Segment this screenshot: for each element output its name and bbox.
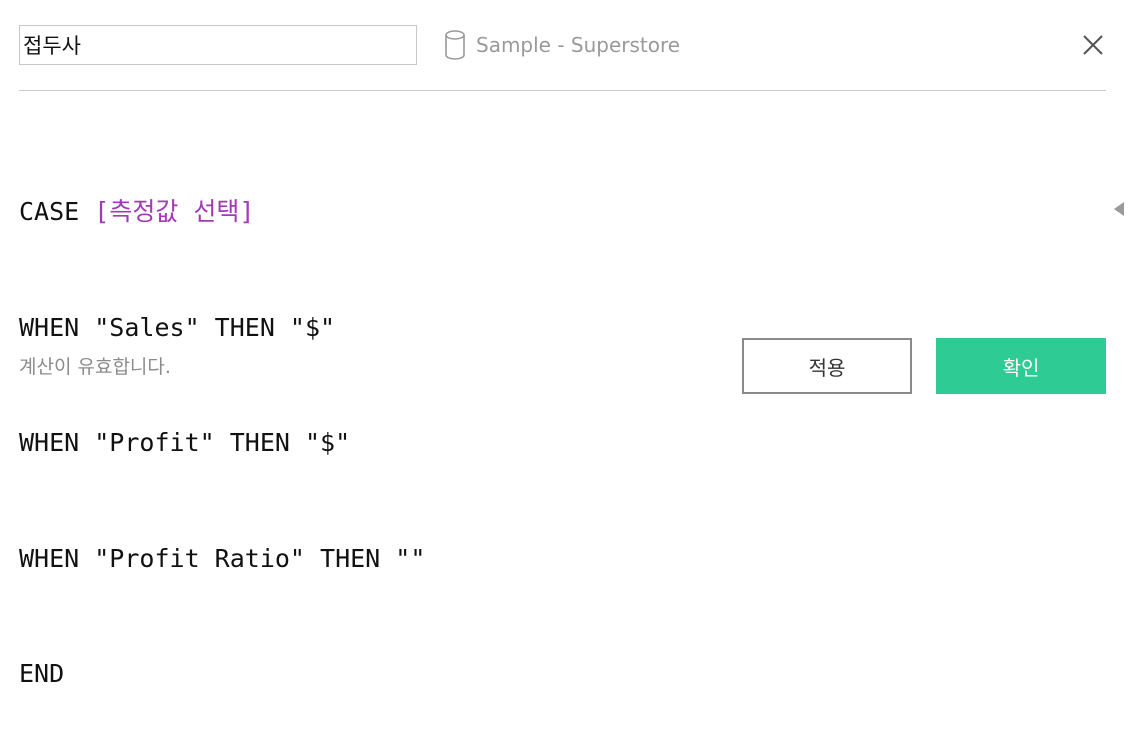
keyword-text: WHEN "Profit Ratio" THEN "" [19,543,426,573]
keyword-text: WHEN "Sales" THEN "$" [19,312,336,342]
datasource-name: Sample - Superstore [476,33,681,57]
datasource-indicator: Sample - Superstore [444,28,680,62]
database-icon [445,30,465,60]
calculation-name-input[interactable] [19,25,417,65]
code-line-4: WHEN "Profit Ratio" THEN "" [19,540,1099,579]
keyword-text: WHEN "Profit" THEN "$" [19,428,351,457]
formula-editor[interactable]: CASE [측정값 선택] WHEN "Sales" THEN "$" WHEN… [19,116,1099,688]
header-divider [19,90,1106,91]
keyword-text: END [19,659,65,688]
code-line-1: CASE [측정값 선택] [19,193,1099,232]
code-line-3: WHEN "Profit" THEN "$" [19,424,1099,463]
code-line-5: END [19,655,1099,694]
side-panel-toggle[interactable] [1112,200,1126,218]
keyword-text: CASE [19,197,95,226]
apply-button[interactable]: 적용 [742,338,912,394]
ok-button[interactable]: 확인 [936,338,1106,394]
collapse-left-arrow-icon [1114,202,1124,216]
field-reference: [측정값 선택] [94,197,255,226]
close-icon [1083,35,1103,55]
validation-status: 계산이 유효합니다. [19,356,171,378]
close-button[interactable] [1078,30,1108,60]
